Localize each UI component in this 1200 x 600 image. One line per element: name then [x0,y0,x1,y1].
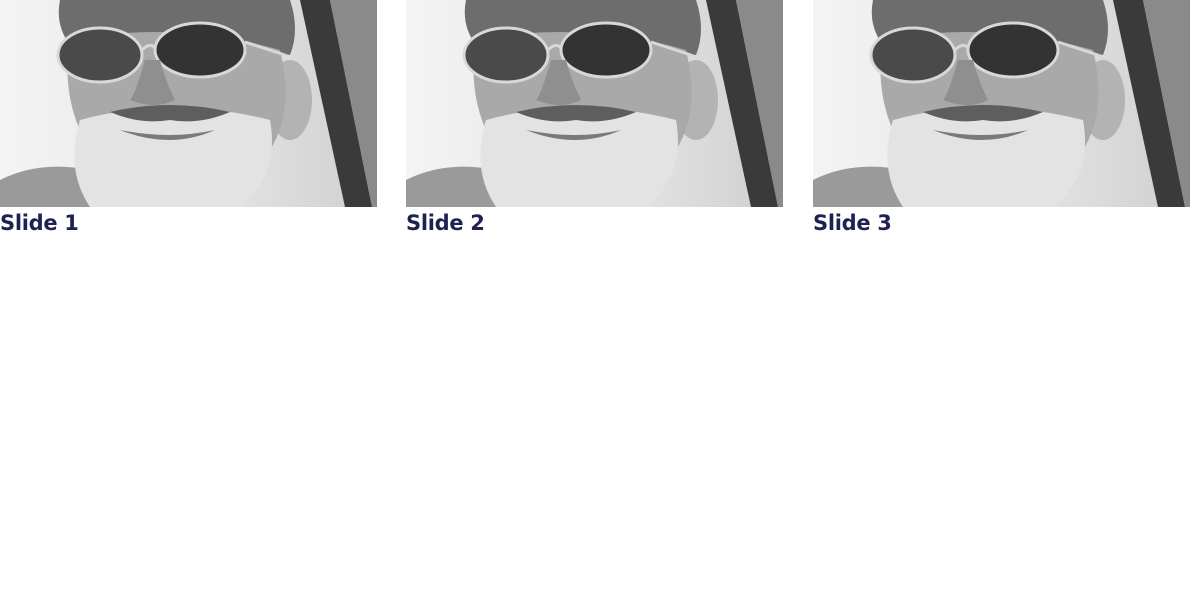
slide-2-title: Slide 2 [406,211,485,235]
portrait-photo-icon [813,0,1190,207]
slide-carousel: Slide 1 Slide 2 Slide 3 [0,0,1200,600]
slide-2[interactable]: Slide 2 [406,0,783,237]
slide-3-title: Slide 3 [813,211,892,235]
slide-2-image [406,0,783,207]
slide-3-image [813,0,1190,207]
slide-1-title: Slide 1 [0,211,79,235]
slide-3[interactable]: Slide 3 [813,0,1190,237]
portrait-photo-icon [0,0,377,207]
slide-1[interactable]: Slide 1 [0,0,377,237]
portrait-photo-icon [406,0,783,207]
slide-1-image [0,0,377,207]
